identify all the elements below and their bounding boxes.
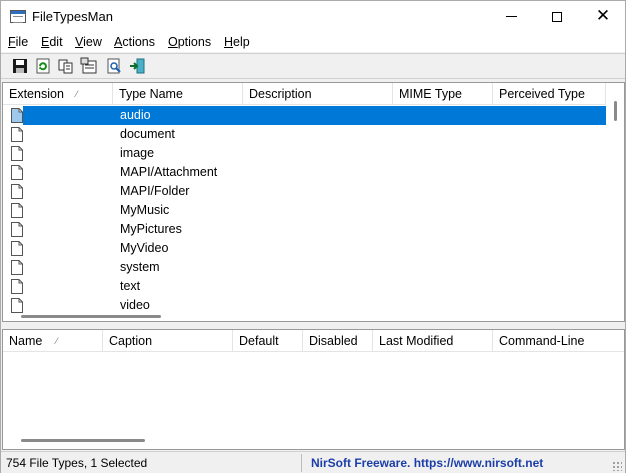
column-disabled[interactable]: Disabled <box>303 330 373 352</box>
title-bar[interactable]: FileTypesMan ✕ <box>1 1 625 32</box>
file-icon <box>11 108 23 123</box>
type-name-cell: image <box>120 146 155 160</box>
file-types-header: Extension ⁄ Type Name Description MIME T… <box>3 83 606 105</box>
status-divider <box>301 454 302 472</box>
type-name-cell: text <box>120 279 141 293</box>
menu-file[interactable]: File <box>8 35 28 49</box>
app-window: FileTypesMan ✕ File Edit View Actions Op… <box>0 0 626 473</box>
file-icon <box>11 146 23 161</box>
exit-icon <box>130 58 145 74</box>
table-row[interactable]: MyVideo <box>3 239 606 258</box>
app-icon <box>10 10 26 23</box>
column-description[interactable]: Description <box>243 83 393 105</box>
file-icon <box>11 260 23 275</box>
type-name-cell: MAPI/Attachment <box>120 165 218 179</box>
sort-ascending-icon: ⁄ <box>76 89 78 99</box>
menu-edit[interactable]: Edit <box>41 35 63 49</box>
type-name-cell: audio <box>120 108 151 122</box>
save-button[interactable] <box>11 57 29 75</box>
column-caption[interactable]: Caption <box>103 330 233 352</box>
type-name-cell: MyVideo <box>120 241 169 255</box>
find-button[interactable] <box>105 57 123 75</box>
selection-highlight <box>23 106 610 125</box>
column-extension[interactable]: Extension ⁄ <box>3 83 113 105</box>
maximize-icon <box>552 11 562 22</box>
properties-icon <box>80 57 97 74</box>
menu-help[interactable]: Help <box>224 35 250 49</box>
close-button[interactable]: ✕ <box>580 1 626 32</box>
actions-list[interactable]: Name ⁄ Caption Default Disabled Last Mod… <box>2 329 625 450</box>
table-row[interactable]: MAPI/Folder <box>3 182 606 201</box>
status-bar: 754 File Types, 1 Selected NirSoft Freew… <box>1 451 625 473</box>
nirsoft-link[interactable]: NirSoft Freeware. https://www.nirsoft.ne… <box>311 456 543 470</box>
file-icon <box>11 127 23 142</box>
table-row[interactable]: video <box>3 296 606 315</box>
file-icon <box>11 222 23 237</box>
table-row[interactable]: MAPI/Attachment <box>3 163 606 182</box>
type-name-cell: video <box>120 298 150 312</box>
sort-ascending-icon: ⁄ <box>56 336 58 346</box>
table-row[interactable]: MyPictures <box>3 220 606 239</box>
column-name[interactable]: Name ⁄ <box>3 330 103 352</box>
save-icon <box>13 59 27 73</box>
column-last-modified[interactable]: Last Modified <box>373 330 493 352</box>
menu-actions[interactable]: Actions <box>114 35 155 49</box>
column-type-name[interactable]: Type Name <box>113 83 243 105</box>
properties-button[interactable] <box>80 57 98 75</box>
file-icon <box>11 165 23 180</box>
type-name-cell: MAPI/Folder <box>120 184 190 198</box>
file-types-list[interactable]: Extension ⁄ Type Name Description MIME T… <box>2 82 625 322</box>
type-name-cell: document <box>120 127 175 141</box>
column-mime-type[interactable]: MIME Type <box>393 83 493 105</box>
column-perceived-type[interactable]: Perceived Type <box>493 83 606 105</box>
table-row[interactable]: MyMusic <box>3 201 606 220</box>
table-row[interactable]: text <box>3 277 606 296</box>
minimize-icon <box>505 16 517 17</box>
type-name-cell: MyMusic <box>120 203 170 217</box>
actions-header: Name ⁄ Caption Default Disabled Last Mod… <box>3 330 624 352</box>
table-row[interactable]: audio <box>3 106 610 125</box>
table-row[interactable]: document <box>3 125 606 144</box>
refresh-icon <box>36 58 50 74</box>
find-icon <box>107 58 121 74</box>
maximize-button[interactable] <box>534 1 580 32</box>
horizontal-scroll-thumb[interactable] <box>21 315 161 318</box>
file-types-rows: audio document image MAPI/Attachment MAPI/Fo… <box>3 106 610 315</box>
type-name-cell: system <box>120 260 160 274</box>
status-count: 754 File Types, 1 Selected <box>6 456 148 470</box>
menu-options[interactable]: Options <box>168 35 211 49</box>
column-command-line[interactable]: Command-Line <box>493 330 624 352</box>
column-default[interactable]: Default <box>233 330 303 352</box>
minimize-button[interactable] <box>488 1 534 32</box>
file-icon <box>11 184 23 199</box>
table-row[interactable]: image <box>3 144 606 163</box>
copy-icon <box>58 59 73 74</box>
file-icon <box>11 279 23 294</box>
file-icon <box>11 298 23 313</box>
vertical-scrollbar[interactable] <box>606 83 624 321</box>
file-icon <box>11 241 23 256</box>
table-row[interactable]: system <box>3 258 606 277</box>
close-icon: ✕ <box>595 6 611 26</box>
resize-grip[interactable] <box>612 461 622 471</box>
file-icon <box>11 203 23 218</box>
refresh-button[interactable] <box>34 57 52 75</box>
horizontal-scroll-thumb[interactable] <box>21 439 145 442</box>
type-name-cell: MyPictures <box>120 222 182 236</box>
menu-bar: File Edit View Actions Options Help <box>1 32 625 52</box>
copy-button[interactable] <box>57 57 75 75</box>
vertical-scroll-thumb[interactable] <box>614 101 617 121</box>
toolbar <box>1 53 625 79</box>
window-title: FileTypesMan <box>32 9 113 24</box>
menu-view[interactable]: View <box>75 35 102 49</box>
exit-button[interactable] <box>128 57 146 75</box>
